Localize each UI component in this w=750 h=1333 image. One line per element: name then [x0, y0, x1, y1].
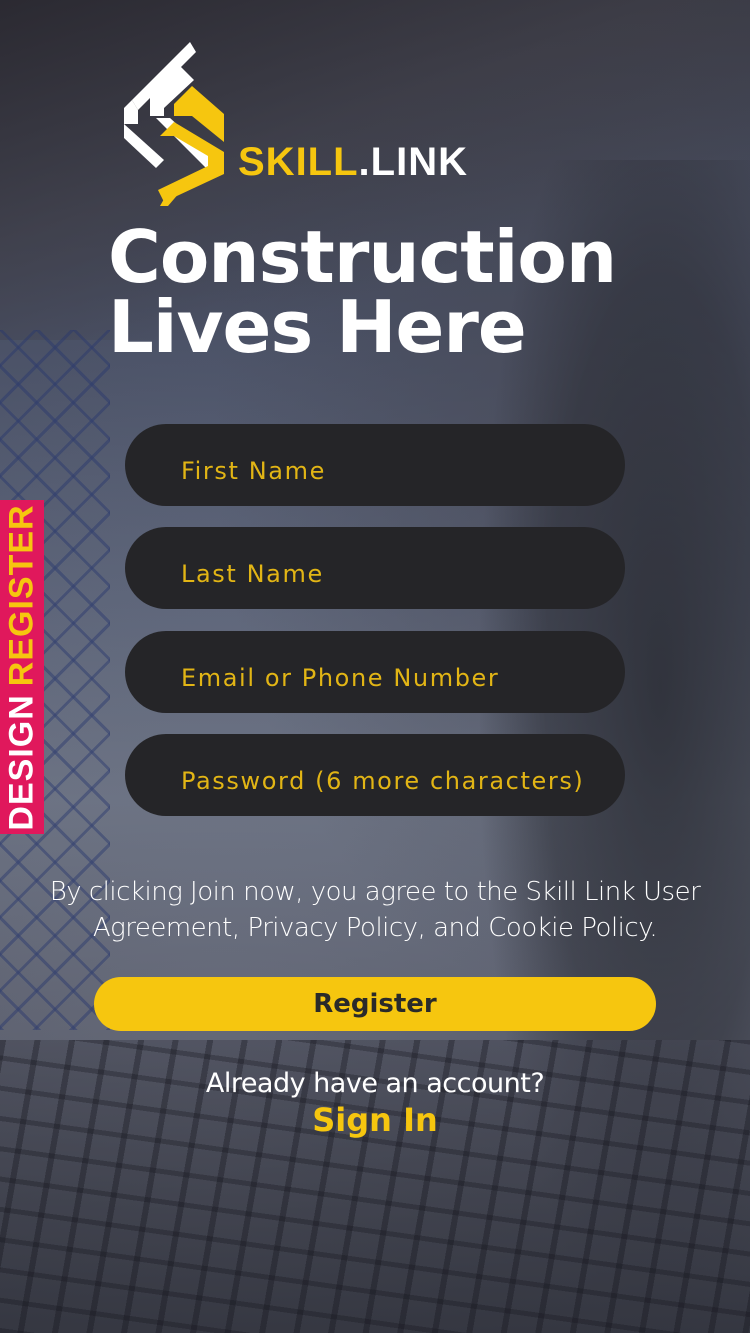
sign-in-link[interactable]: Sign In	[0, 1100, 750, 1140]
password-input[interactable]	[179, 727, 625, 823]
headline: Construction Lives Here	[108, 215, 617, 369]
side-tab-label: DESIGNREGISTER	[2, 503, 41, 831]
already-have-account-text: Already have an account?	[205, 1068, 545, 1099]
last-name-input[interactable]	[179, 520, 625, 616]
first-name-field[interactable]	[125, 417, 625, 513]
password-field[interactable]	[125, 727, 625, 823]
first-name-input[interactable]	[179, 417, 625, 513]
brand-name: SKILL.LINK	[238, 140, 468, 184]
register-screen: SKILL.LINK Construction Lives Here DESIG…	[0, 0, 750, 1333]
terms-text: By clicking Join now, you agree to the S…	[49, 877, 701, 943]
design-register-tab[interactable]: DESIGNREGISTER	[0, 500, 44, 834]
email-phone-field[interactable]	[125, 624, 625, 720]
email-phone-input[interactable]	[179, 624, 625, 720]
last-name-field[interactable]	[125, 520, 625, 616]
register-button[interactable]: Register	[94, 977, 656, 1031]
brand-logo: SKILL.LINK	[120, 42, 570, 207]
skill-link-logo-icon	[124, 42, 224, 206]
